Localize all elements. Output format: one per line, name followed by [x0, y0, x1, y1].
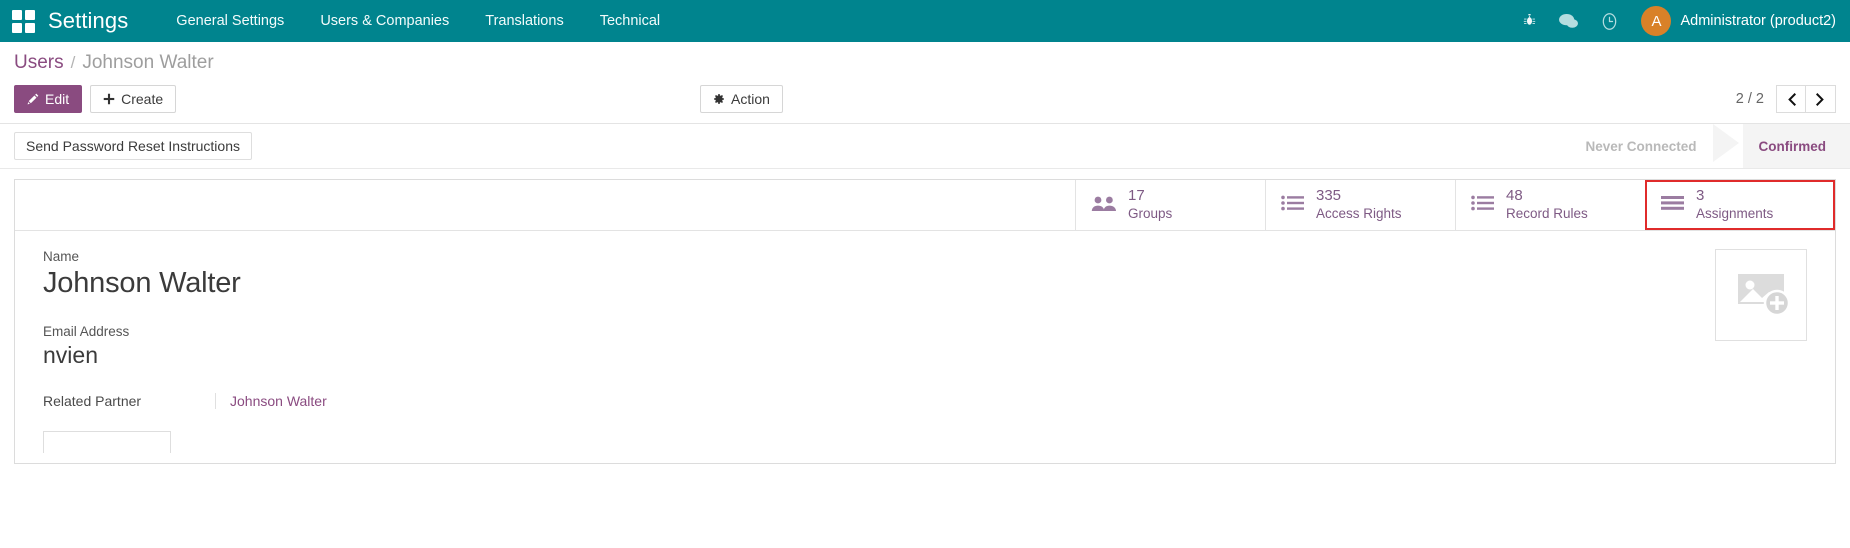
pencil-icon: [27, 93, 39, 105]
list-lines-icon: [1281, 195, 1305, 214]
edit-button-label: Edit: [45, 91, 70, 107]
messages-chat-icon[interactable]: [1559, 13, 1579, 30]
nav-item-general-settings[interactable]: General Settings: [158, 0, 302, 42]
stat-button-access-rights[interactable]: 335 Access Rights: [1265, 180, 1455, 230]
stat-value-record-rules: 48: [1506, 187, 1523, 204]
pager: 2 / 2: [1736, 85, 1836, 113]
statusbar: Never Connected Confirmed: [1569, 124, 1850, 168]
action-button[interactable]: Action: [700, 85, 783, 113]
chevron-right-icon: [1816, 92, 1824, 106]
nav-item-translations[interactable]: Translations: [467, 0, 581, 42]
user-menu[interactable]: A Administrator (product2): [1641, 6, 1836, 36]
record-actions: Edit Create: [14, 85, 177, 113]
field-group-name: Name Johnson Walter: [43, 249, 1695, 300]
email-field-label: Email Address: [43, 323, 130, 339]
breadcrumb-separator: /: [70, 53, 76, 72]
avatar: A: [1641, 6, 1672, 36]
breadcrumb-current-record: Johnson Walter: [82, 52, 214, 73]
form-body: Name Johnson Walter Email Address nvien …: [15, 231, 1835, 463]
stat-button-assignments[interactable]: 3 Assignments: [1645, 180, 1835, 230]
pager-count: 2 / 2: [1735, 91, 1764, 107]
gear-icon: [714, 94, 724, 104]
stat-value-access-rights: 335: [1316, 187, 1342, 204]
breadcrumb: Users / Johnson Walter: [14, 52, 1836, 74]
nav-item-users-companies[interactable]: Users & Companies: [302, 0, 467, 42]
stat-button-box: 17 Groups 335 Access Rights 48 Record Ru…: [15, 180, 1835, 231]
status-divider-arrow: [1712, 124, 1743, 168]
name-field-value[interactable]: Johnson Walter: [43, 267, 1695, 300]
chevron-left-icon: [1787, 92, 1796, 106]
field-group-email: Email Address nvien: [43, 324, 1695, 369]
top-navbar: Settings General Settings Users & Compan…: [0, 0, 1850, 42]
list-bars-icon: [1661, 195, 1685, 214]
users-group-icon: [1091, 195, 1117, 215]
stat-value-groups: 17: [1128, 187, 1145, 204]
navbar-menu: General Settings Users & Companies Trans…: [158, 0, 678, 42]
stat-button-record-rules[interactable]: 48 Record Rules: [1455, 180, 1645, 230]
create-button-label: Create: [121, 91, 164, 107]
form-fields: Name Johnson Walter Email Address nvien …: [43, 249, 1695, 453]
app-brand-title[interactable]: Settings: [48, 8, 128, 34]
pager-next-button[interactable]: [1806, 85, 1836, 113]
stat-label-groups: Groups: [1128, 205, 1173, 221]
status-confirmed[interactable]: Confirmed: [1742, 124, 1850, 168]
edit-button[interactable]: Edit: [14, 85, 83, 113]
image-add-placeholder-icon: [1730, 266, 1792, 323]
stat-button-groups[interactable]: 17 Groups: [1075, 180, 1265, 230]
related-partner-value[interactable]: Johnson Walter: [215, 392, 327, 409]
stat-label-access-rights: Access Rights: [1316, 205, 1402, 221]
breadcrumb-root-users[interactable]: Users: [14, 52, 64, 74]
activities-clock-icon[interactable]: [1600, 12, 1619, 31]
stat-label-record-rules: Record Rules: [1506, 205, 1588, 221]
nav-item-technical[interactable]: Technical: [582, 0, 678, 42]
email-field-value[interactable]: nvien: [43, 342, 1695, 369]
action-menu-wrap: Action: [700, 85, 783, 113]
control-panel: Users / Johnson Walter Edit Create Actio…: [0, 42, 1850, 124]
debug-bug-icon[interactable]: [1522, 13, 1537, 29]
navbar-right-tools: A Administrator (product2): [1522, 6, 1836, 36]
stat-label-assignments: Assignments: [1696, 205, 1774, 221]
pager-buttons: [1776, 85, 1836, 113]
user-image-upload[interactable]: [1715, 248, 1807, 341]
create-button[interactable]: Create: [90, 85, 177, 113]
control-panel-buttons: Edit Create Action 2 / 2: [14, 83, 1836, 115]
send-password-reset-instructions-button[interactable]: Send Password Reset Instructions: [14, 132, 252, 160]
apps-grid-icon[interactable]: [10, 8, 36, 34]
related-partner-label: Related Partner: [43, 392, 142, 409]
statusbar-row: Send Password Reset Instructions Never C…: [0, 124, 1850, 169]
pager-previous-button[interactable]: [1776, 85, 1806, 113]
list-lines-icon: [1471, 195, 1495, 214]
status-never-connected[interactable]: Never Connected: [1569, 124, 1713, 168]
plus-icon: [103, 93, 115, 105]
action-button-label: Action: [731, 91, 770, 107]
form-sheet-wrapper: 17 Groups 335 Access Rights 48 Record Ru…: [0, 169, 1850, 464]
user-name-label: Administrator (product2): [1680, 13, 1836, 29]
field-group-related-partner: Related Partner Johnson Walter: [43, 392, 1695, 409]
name-field-label: Name: [43, 248, 80, 264]
form-sheet: 17 Groups 335 Access Rights 48 Record Ru…: [14, 179, 1836, 464]
next-field-placeholder: [43, 430, 171, 453]
stat-value-assignments: 3: [1696, 187, 1705, 204]
